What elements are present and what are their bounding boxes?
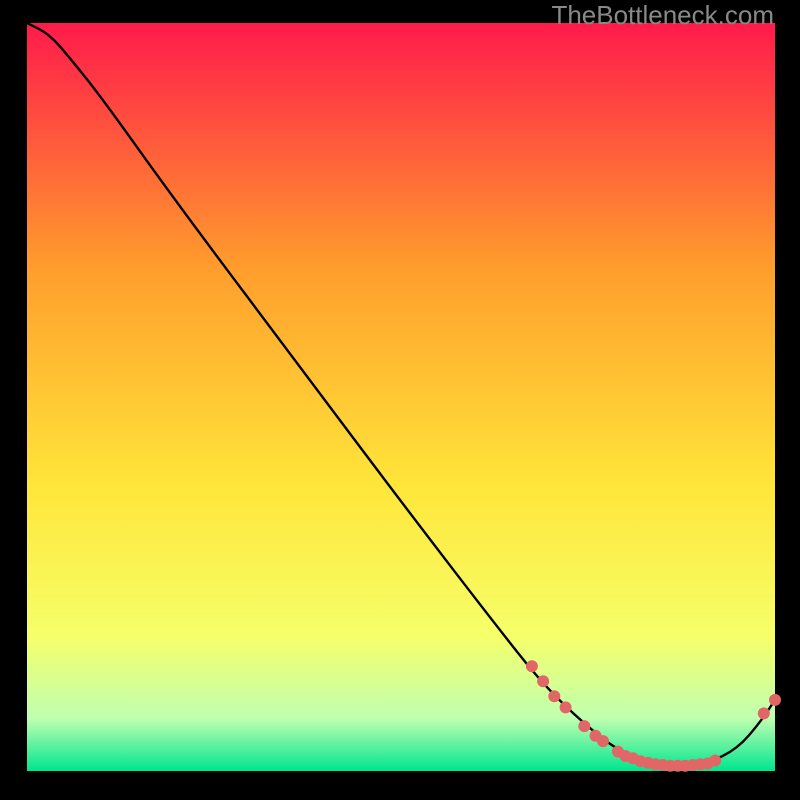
chart-curve-layer <box>27 23 775 771</box>
data-point <box>769 694 781 706</box>
watermark-text: TheBottleneck.com <box>551 0 774 31</box>
data-point <box>560 701 572 713</box>
data-point <box>758 707 770 719</box>
bottleneck-curve <box>27 23 775 764</box>
data-point <box>578 720 590 732</box>
data-point <box>597 735 609 747</box>
data-point <box>526 660 538 672</box>
data-point <box>709 755 721 767</box>
data-point <box>537 675 549 687</box>
data-points <box>526 660 781 772</box>
data-point <box>548 690 560 702</box>
chart-plot-area <box>27 23 775 771</box>
